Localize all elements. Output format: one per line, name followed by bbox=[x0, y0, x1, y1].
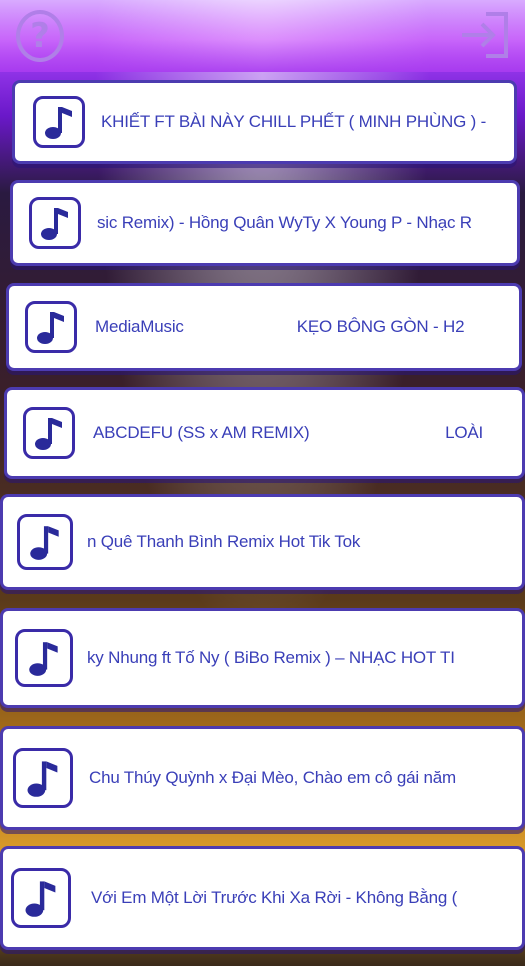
song-title: n Quê Thanh Bình Remix Hot Tik Tok bbox=[87, 532, 361, 551]
song-item[interactable]: ABCDEFU (SS x AM REMIX) LOÀI bbox=[4, 387, 525, 479]
song-list: KHIẾT FT BÀI NÀY CHILL PHẾT ( MINH PHÙNG… bbox=[0, 0, 525, 966]
song-item[interactable]: Chu Thúy Quỳnh x Đại Mèo, Chào em cô gái… bbox=[0, 726, 525, 830]
song-item[interactable]: Với Em Một Lời Trước Khi Xa Rời - Không … bbox=[0, 846, 525, 950]
music-note-icon bbox=[23, 407, 75, 459]
song-item[interactable]: MediaMusic KẸO BÔNG GÒN - H2 bbox=[6, 283, 522, 371]
song-title: KHIẾT FT BÀI NÀY CHILL PHẾT ( MINH PHÙNG… bbox=[101, 112, 487, 131]
song-title: Chu Thúy Quỳnh x Đại Mèo, Chào em cô gái… bbox=[89, 768, 456, 787]
music-note-icon bbox=[29, 197, 81, 249]
music-note-icon bbox=[11, 868, 71, 928]
music-note-icon bbox=[13, 748, 73, 808]
music-note-icon bbox=[15, 629, 73, 687]
music-note-icon bbox=[33, 96, 85, 148]
music-note-icon bbox=[25, 301, 77, 353]
song-title: MediaMusic KẸO BÔNG GÒN - H2 bbox=[95, 317, 465, 336]
song-item[interactable]: n Quê Thanh Bình Remix Hot Tik Tok bbox=[0, 494, 525, 590]
song-title: ky Nhung ft Tố Ny ( BiBo Remix ) – NHẠC … bbox=[87, 648, 455, 667]
song-item[interactable]: KHIẾT FT BÀI NÀY CHILL PHẾT ( MINH PHÙNG… bbox=[12, 80, 517, 164]
song-title: Với Em Một Lời Trước Khi Xa Rời - Không … bbox=[91, 888, 458, 907]
music-note-icon bbox=[17, 514, 73, 570]
song-item[interactable]: sic Remix) - Hồng Quân WyTy X Young P - … bbox=[10, 180, 520, 266]
song-title: ABCDEFU (SS x AM REMIX) LOÀI bbox=[93, 423, 484, 442]
song-item[interactable]: ky Nhung ft Tố Ny ( BiBo Remix ) – NHẠC … bbox=[0, 608, 525, 708]
song-title: sic Remix) - Hồng Quân WyTy X Young P - … bbox=[97, 213, 472, 232]
